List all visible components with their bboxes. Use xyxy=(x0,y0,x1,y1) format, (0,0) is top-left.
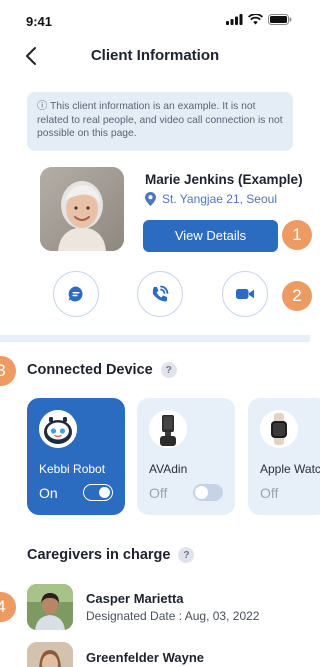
device-toggle[interactable] xyxy=(193,484,223,501)
device-card-avadin[interactable]: AVAdin Off xyxy=(137,398,235,515)
caregiver-item[interactable]: Greenfelder Wayne xyxy=(27,642,310,667)
chat-button[interactable] xyxy=(53,271,99,317)
status-bar: 9:41 xyxy=(0,0,310,40)
video-camera-icon xyxy=(236,289,254,299)
client-address-text: St. Yangjae 21, Seoul xyxy=(162,192,277,206)
device-toggle[interactable] xyxy=(83,484,113,501)
location-pin-icon xyxy=(145,192,156,206)
video-call-button[interactable] xyxy=(222,271,268,317)
device-state: Off xyxy=(260,485,279,501)
caregivers-title: Caregivers in charge xyxy=(27,547,171,563)
step-badge-2: 2 xyxy=(282,281,312,311)
status-icons xyxy=(226,14,292,25)
section-divider xyxy=(0,335,310,342)
client-photo xyxy=(40,167,124,251)
caregiver-photo xyxy=(27,584,73,630)
toggle-knob xyxy=(99,486,110,498)
status-time: 9:41 xyxy=(26,14,53,29)
caregiver-photo xyxy=(27,642,73,667)
device-name: Kebbi Robot xyxy=(39,462,106,476)
step-badge-3: 3 xyxy=(0,356,16,386)
client-address: St. Yangjae 21, Seoul xyxy=(145,192,277,206)
device-state: On xyxy=(39,485,58,501)
battery-icon xyxy=(268,14,292,25)
client-name: Marie Jenkins (Example) xyxy=(145,172,303,187)
device-state: Off xyxy=(149,485,168,501)
device-card-apple-watch[interactable]: Apple Watch Off xyxy=(248,398,320,515)
watch-icon xyxy=(260,410,298,448)
toggle-knob xyxy=(195,486,208,499)
chat-bubble-icon xyxy=(68,286,83,302)
caregivers-heading: Caregivers in charge ? xyxy=(27,547,195,563)
connected-device-title: Connected Device xyxy=(27,362,153,378)
help-icon[interactable]: ? xyxy=(160,362,177,378)
device-card-kebbi[interactable]: Kebbi Robot On xyxy=(27,398,125,515)
wifi-icon xyxy=(248,14,263,25)
voice-call-button[interactable] xyxy=(137,271,183,317)
device-name: AVAdin xyxy=(149,462,188,476)
phone-call-icon xyxy=(152,285,169,302)
device-name: Apple Watch xyxy=(260,462,320,476)
robot-icon xyxy=(39,410,77,448)
page-title: Client Information xyxy=(90,47,220,64)
caregiver-item[interactable]: Casper Marietta Designated Date : Aug, 0… xyxy=(27,584,310,630)
connected-device-heading: Connected Device ? xyxy=(27,362,177,378)
caregiver-name: Casper Marietta xyxy=(86,591,184,606)
help-icon[interactable]: ? xyxy=(178,547,195,563)
step-badge-4: 4 xyxy=(0,592,16,622)
caregiver-name: Greenfelder Wayne xyxy=(86,650,205,665)
view-details-button[interactable]: View Details xyxy=(143,220,278,252)
caregiver-designated-date: Designated Date : Aug, 03, 2022 xyxy=(86,609,260,623)
header: Client Information xyxy=(0,36,310,76)
example-notice: ⓘ This client information is an example.… xyxy=(27,92,293,151)
step-badge-1: 1 xyxy=(282,220,312,250)
signal-icon xyxy=(226,14,243,25)
tablet-speaker-icon xyxy=(149,410,187,448)
